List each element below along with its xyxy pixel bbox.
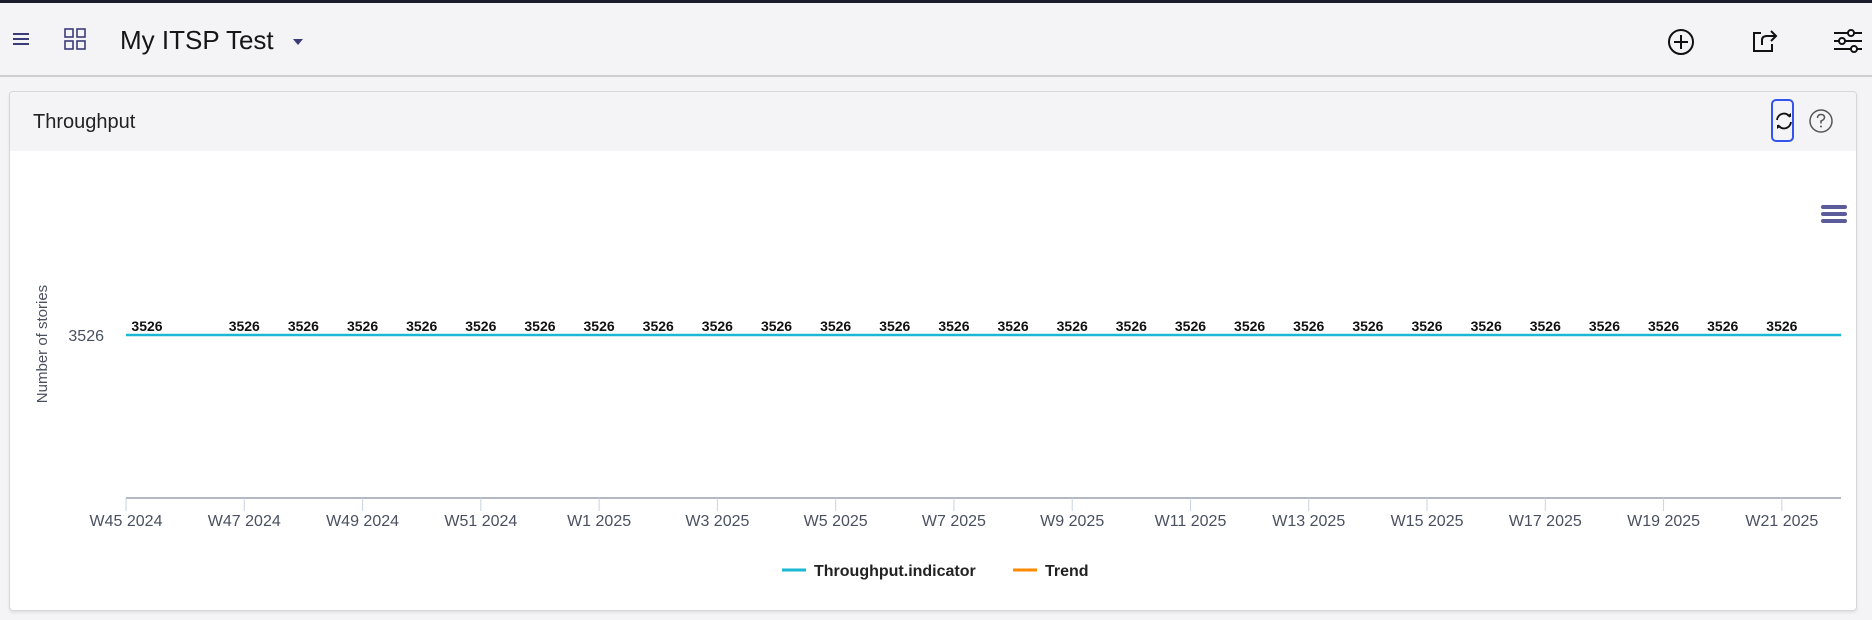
x-tick-label: W9 2025 [1040,513,1104,530]
x-tick-label: W13 2025 [1272,513,1345,530]
data-label: 3526 [1293,318,1324,334]
y-axis-title: Number of stories [34,285,51,403]
app-header: My ITSP Test [0,3,1872,77]
data-label: 3526 [761,318,792,334]
hamburger-menu-icon[interactable] [13,33,29,45]
help-icon[interactable] [1809,109,1833,133]
x-tick-label: W51 2024 [444,513,517,530]
data-label: 3526 [1057,318,1088,334]
data-label: 3526 [1766,318,1797,334]
data-label: 3526 [1116,318,1147,334]
x-tick-label: W15 2025 [1391,513,1464,530]
refresh-button[interactable] [1771,99,1794,142]
data-label: 3526 [229,318,260,334]
x-tick-label: W49 2024 [326,513,399,530]
dashboard-dropdown-caret-icon[interactable] [293,39,303,45]
throughput-widget: Throughput Number of stories 3526 W45 20… [9,91,1857,611]
x-tick-label: W45 2024 [90,513,163,530]
x-tick-label: W7 2025 [922,513,986,530]
x-tick-label: W3 2025 [685,513,749,530]
data-label: 3526 [820,318,851,334]
data-label: 3526 [347,318,378,334]
widget-header: Throughput [10,92,1856,151]
data-label: 3526 [1471,318,1502,334]
data-label: 3526 [643,318,674,334]
data-label: 3526 [1589,318,1620,334]
dashboard-grid-icon[interactable] [64,28,86,50]
data-label: 3526 [1175,318,1206,334]
legend-label: Trend [1045,563,1089,580]
data-label: 3526 [406,318,437,334]
data-label: 3526 [997,318,1028,334]
legend-item-trend[interactable]: Trend [1013,563,1089,580]
data-label: 3526 [1648,318,1679,334]
legend-label: Throughput.indicator [814,563,976,580]
x-tick-label: W1 2025 [567,513,631,530]
data-label: 3526 [288,318,319,334]
x-tick-label: W47 2024 [208,513,281,530]
widget-title: Throughput [33,111,136,133]
add-circle-icon[interactable] [1667,28,1695,56]
dashboard-title[interactable]: My ITSP Test [120,25,274,56]
data-label: 3526 [1707,318,1738,334]
x-tick-label: W5 2025 [804,513,868,530]
settings-sliders-icon[interactable] [1834,28,1862,54]
throughput-chart: Number of stories 3526 W45 2024 W47 2024 W… [34,285,1842,580]
data-label: 3526 [465,318,496,334]
share-export-icon[interactable] [1751,27,1779,55]
data-label: 3526 [1530,318,1561,334]
y-tick-label: 3526 [68,328,104,345]
data-label: 3526 [1234,318,1265,334]
data-label: 3526 [702,318,733,334]
data-label: 3526 [879,318,910,334]
data-label: 3526 [131,318,162,334]
data-label: 3526 [1411,318,1442,334]
data-label: 3526 [584,318,615,334]
refresh-icon [1776,112,1792,129]
x-tick-label: W19 2025 [1627,513,1700,530]
data-label: 3526 [1352,318,1383,334]
x-tick-label: W17 2025 [1509,513,1582,530]
x-tick-label: W21 2025 [1745,513,1818,530]
data-label: 3526 [938,318,969,334]
data-label: 3526 [524,318,555,334]
x-tick-label: W11 2025 [1155,513,1227,530]
chart-context-menu-icon[interactable] [1821,204,1847,224]
legend-item-throughput-indicator[interactable]: Throughput.indicator [782,563,976,580]
